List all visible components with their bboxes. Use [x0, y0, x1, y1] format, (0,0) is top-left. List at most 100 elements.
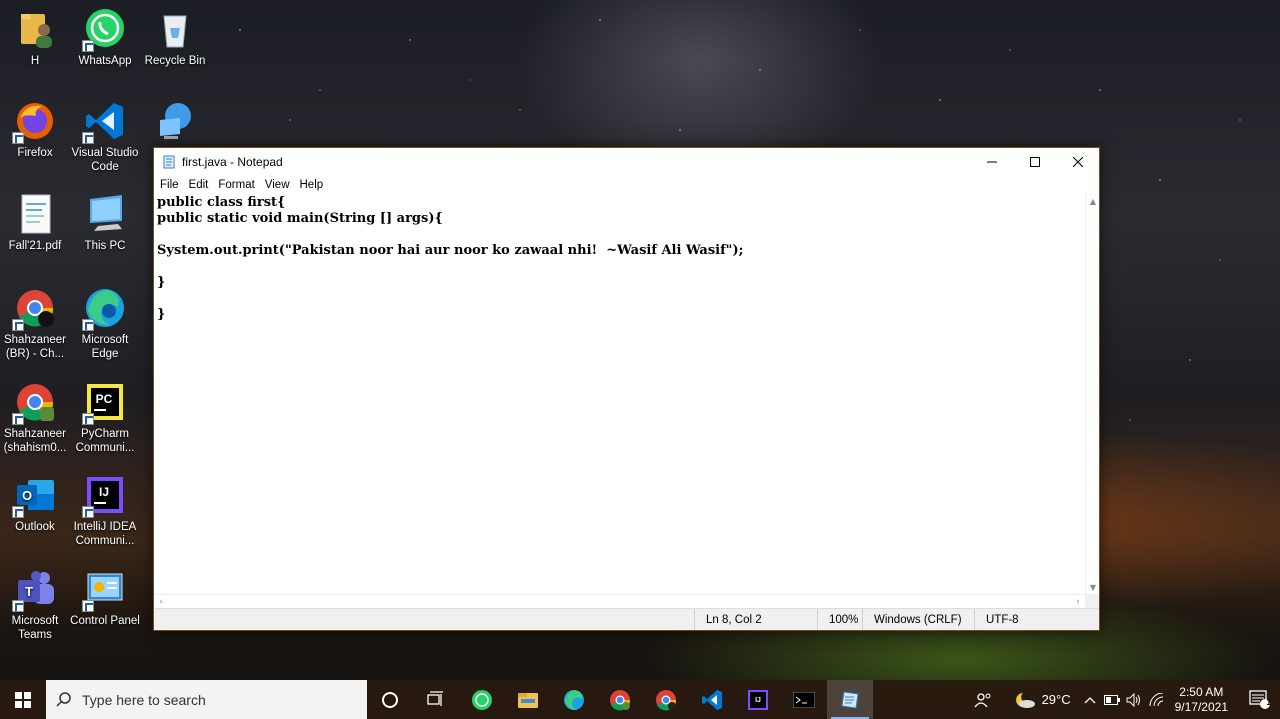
wifi-button[interactable] — [1145, 680, 1169, 719]
desktop-icon-label: PyCharm Communi... — [75, 428, 135, 454]
chevron-up-icon — [1084, 696, 1096, 703]
chrome-icon — [12, 287, 56, 331]
desktop-icon-edge[interactable]: Microsoft Edge — [70, 287, 140, 361]
minimize-button[interactable] — [970, 148, 1013, 175]
desktop-icon-firefox[interactable]: Firefox — [0, 100, 70, 160]
desktop-icon-label: IntelliJ IDEA Communi... — [73, 521, 137, 547]
close-button[interactable] — [1056, 148, 1099, 175]
desktop-icon-network[interactable] — [140, 100, 210, 146]
taskbar-edge[interactable] — [551, 680, 597, 719]
desktop-icon-pycharm[interactable]: PC PyCharm Communi... — [70, 381, 140, 455]
status-cursor-position: Ln 8, Col 2 — [694, 609, 817, 630]
intellij-icon: IJ — [82, 474, 126, 518]
taskbar-file-explorer[interactable] — [505, 680, 551, 719]
battery-button[interactable] — [1101, 680, 1123, 719]
minimize-icon — [986, 161, 997, 162]
battery-icon — [1103, 694, 1120, 705]
desktop-icon-label: Microsoft Edge — [81, 334, 129, 360]
notepad-icon — [841, 690, 859, 709]
desktop-icon-chrome-br[interactable]: Shahzaneer (BR) - Ch... — [0, 287, 70, 361]
notepad-titlebar[interactable]: first.java - Notepad — [154, 148, 1099, 175]
wifi-icon — [1149, 692, 1163, 706]
svg-text:IJ: IJ — [99, 485, 109, 499]
desktop-icon-h[interactable]: H — [0, 8, 70, 68]
text-editor[interactable]: public class first{ public static void m… — [154, 194, 1085, 594]
taskbar-search-box[interactable]: Type here to search — [46, 680, 367, 719]
desktop-icon-label: H — [30, 55, 40, 67]
weather-moon-cloud-icon — [1015, 692, 1035, 708]
menu-help[interactable]: Help — [296, 179, 329, 191]
desktop-icon-label: Outlook — [15, 521, 55, 533]
taskbar-terminal[interactable] — [781, 680, 827, 719]
show-hidden-icons-button[interactable] — [1079, 680, 1101, 719]
desktop-icon-vscode[interactable]: Visual Studio Code — [70, 100, 140, 174]
window-title: first.java - Notepad — [182, 154, 283, 169]
scroll-left-icon[interactable]: ‹ — [154, 595, 168, 609]
status-bar: Ln 8, Col 2 100% Windows (CRLF) UTF-8 — [154, 608, 1099, 630]
status-zoom: 100% — [817, 609, 862, 630]
taskbar-vscode[interactable] — [689, 680, 735, 719]
desktop-icon-intellij[interactable]: IJ IntelliJ IDEA Communi... — [70, 474, 140, 548]
desktop-icon-this-pc[interactable]: This PC — [70, 193, 140, 253]
search-placeholder: Type here to search — [82, 691, 206, 708]
vscode-icon — [702, 689, 722, 710]
clock[interactable]: 2:50 AM 9/17/2021 — [1175, 685, 1228, 715]
network-icon — [154, 100, 196, 142]
status-line-ending: Windows (CRLF) — [862, 609, 974, 630]
cortana-button[interactable] — [367, 680, 413, 719]
desktop-icon-chrome-shahism[interactable]: Shahzaneer (shahism0... — [0, 381, 70, 455]
desktop-icon-label: Control Panel — [70, 615, 140, 627]
desktop-icon-label: Fall'21.pdf — [8, 240, 62, 252]
volume-button[interactable] — [1123, 680, 1145, 719]
taskbar-chrome-1[interactable] — [597, 680, 643, 719]
desktop-icon-label: Recycle Bin — [144, 55, 206, 67]
desktop-icon-teams[interactable]: T Microsoft Teams — [0, 568, 70, 642]
desktop-icon-control-panel[interactable]: Control Panel — [70, 568, 140, 628]
notification-count: 1 — [1266, 698, 1271, 707]
vertical-scrollbar[interactable]: ▲ ▼ — [1085, 194, 1099, 594]
computer-icon — [84, 193, 126, 235]
firefox-icon — [12, 100, 56, 144]
outlook-icon: O — [12, 474, 56, 518]
taskbar-notepad[interactable] — [827, 680, 873, 719]
menu-format[interactable]: Format — [214, 179, 259, 191]
menu-bar: File Edit Format View Help — [154, 175, 1099, 194]
people-icon — [974, 692, 991, 707]
horizontal-scrollbar[interactable]: ‹ › — [154, 594, 1085, 608]
scroll-down-icon[interactable]: ▼ — [1086, 580, 1100, 594]
notepad-window[interactable]: first.java - Notepad File Edit Format Vi… — [153, 147, 1100, 631]
whatsapp-icon — [82, 8, 126, 52]
menu-file[interactable]: File — [156, 179, 184, 191]
desktop-icon-label: Firefox — [17, 147, 53, 159]
notepad-app-icon — [163, 155, 175, 168]
scroll-right-icon[interactable]: › — [1071, 595, 1085, 609]
recycle-bin-icon — [154, 8, 196, 50]
whatsapp-icon — [472, 689, 492, 710]
action-center-button[interactable]: 1 — [1240, 680, 1280, 719]
desktop-icon-outlook[interactable]: O Outlook — [0, 474, 70, 534]
menu-view[interactable]: View — [261, 179, 295, 191]
taskbar-chrome-2[interactable] — [643, 680, 689, 719]
people-button[interactable] — [966, 680, 1000, 719]
chrome-icon — [12, 381, 56, 425]
desktop-icon-fall21-pdf[interactable]: Fall'21.pdf — [0, 193, 70, 253]
svg-text:T: T — [25, 584, 33, 599]
search-icon — [56, 691, 71, 707]
start-button[interactable] — [0, 680, 46, 719]
edge-icon — [82, 287, 126, 331]
desktop-icon-label: Shahzaneer (BR) - Ch... — [3, 334, 67, 360]
desktop-icon-recycle-bin[interactable]: Recycle Bin — [140, 8, 210, 68]
taskbar-intellij[interactable]: IJ — [735, 680, 781, 719]
status-spacer — [154, 609, 694, 630]
clock-date: 9/17/2021 — [1174, 699, 1228, 714]
scroll-up-icon[interactable]: ▲ — [1086, 194, 1100, 208]
intellij-icon: IJ — [748, 689, 768, 710]
menu-edit[interactable]: Edit — [185, 179, 214, 191]
maximize-button[interactable] — [1013, 148, 1056, 175]
desktop-icon-whatsapp[interactable]: WhatsApp — [70, 8, 140, 68]
desktop-icon-label: Microsoft Teams — [11, 615, 59, 641]
weather-widget[interactable]: 29°C — [1014, 691, 1071, 709]
svg-text:O: O — [22, 488, 32, 503]
taskbar-whatsapp[interactable] — [459, 680, 505, 719]
task-view-button[interactable] — [413, 680, 459, 719]
